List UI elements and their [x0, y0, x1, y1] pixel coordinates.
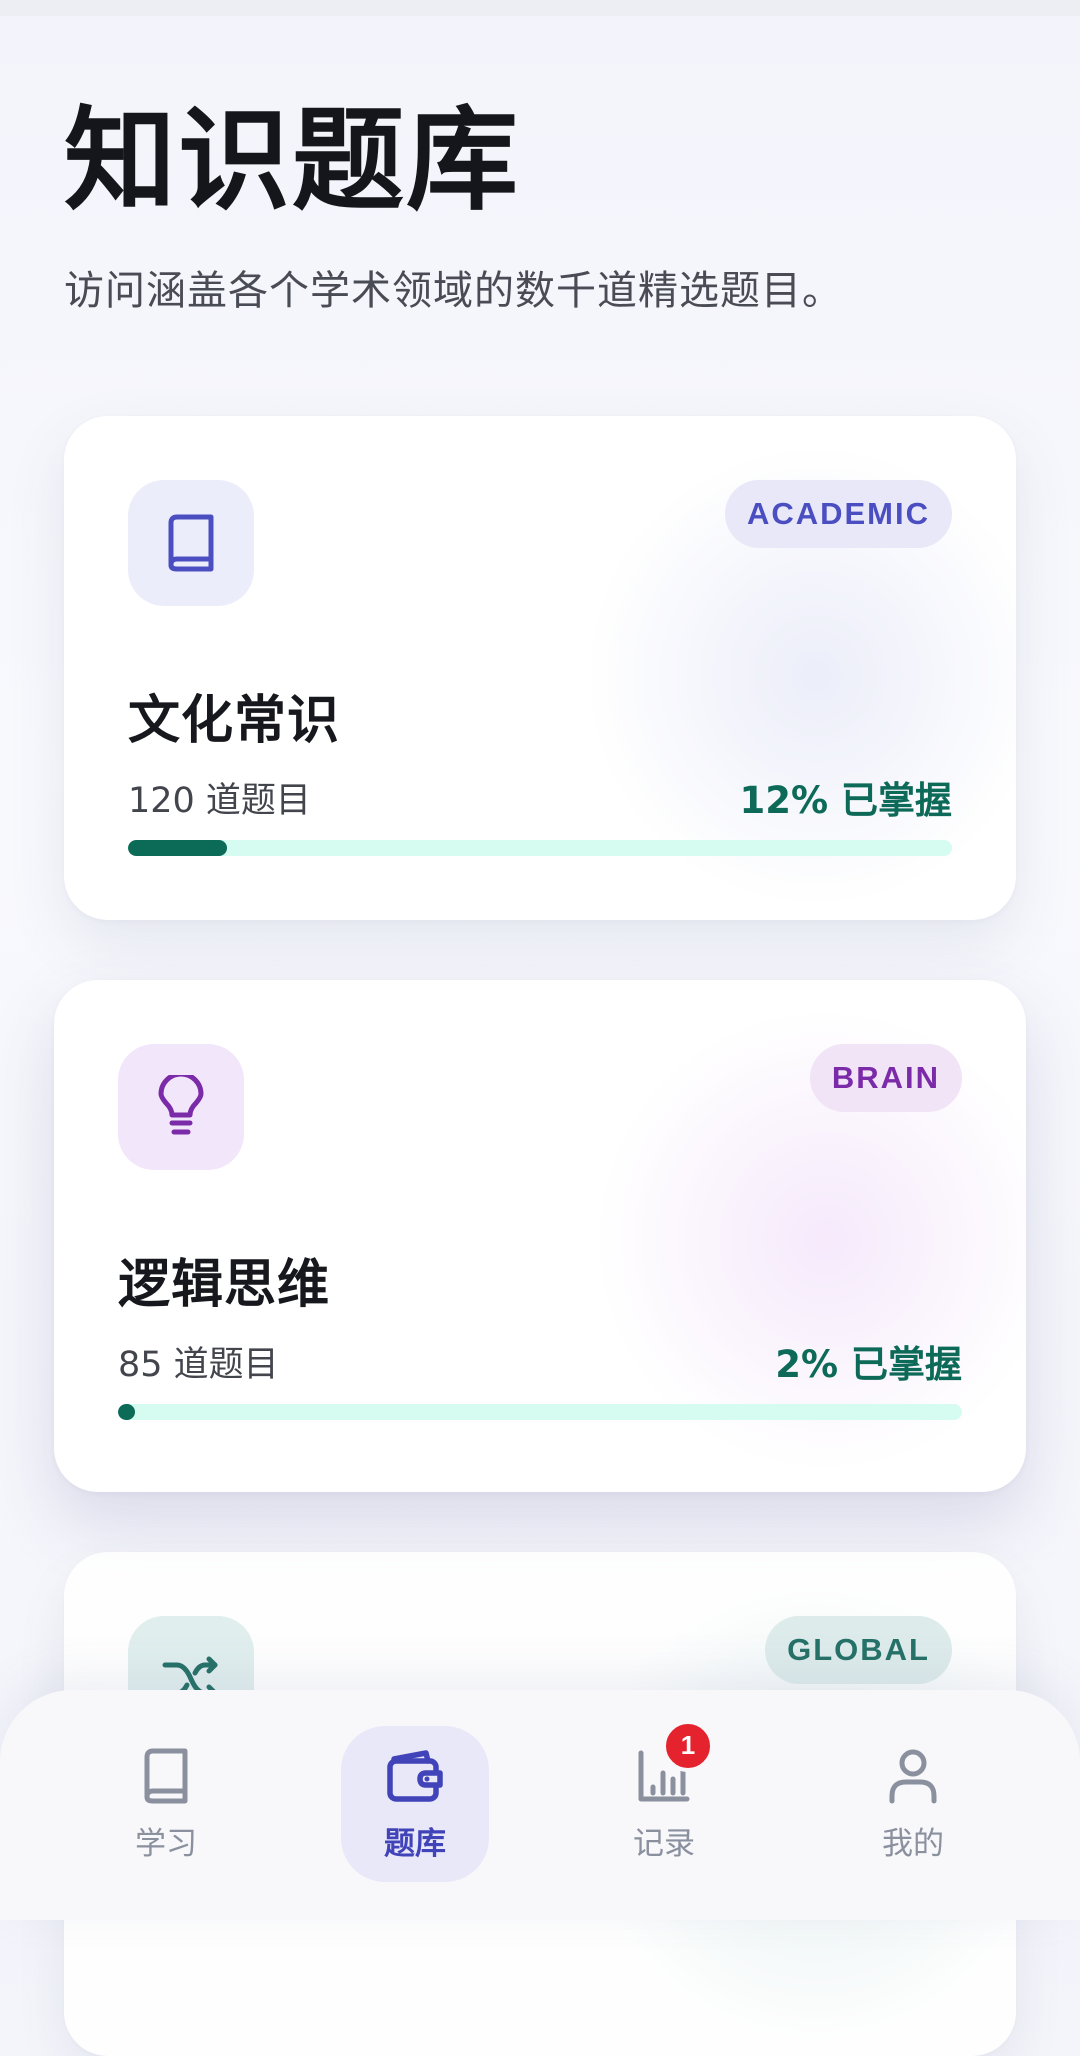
notification-badge: 1 [662, 1719, 714, 1772]
category-card-logic[interactable]: BRAIN 逻辑思维 85 道题目 2% 已掌握 [54, 980, 1026, 1492]
category-tag: BRAIN [809, 1044, 962, 1112]
nav-label: 我的 [882, 1825, 944, 1862]
nav-icon-wrap: 1 [634, 1719, 714, 1806]
nav-icon-wrap [883, 1746, 943, 1806]
question-count: 120 道题目 [128, 781, 311, 821]
nav-label: 学习 [135, 1825, 197, 1862]
progress-fill [128, 840, 227, 856]
nav-item-question-bank[interactable]: 题库 [341, 1726, 489, 1882]
nav-label: 题库 [384, 1825, 446, 1862]
nav-item-profile[interactable]: 我的 [839, 1726, 987, 1882]
progress-fill [118, 1404, 135, 1420]
page-subtitle: 访问涵盖各个学术领域的数千道精选题目。 [64, 268, 843, 314]
progress-track [118, 1404, 962, 1420]
mastery-percent: 12% 已掌握 [739, 779, 952, 822]
category-tag: ACADEMIC [724, 480, 952, 548]
category-tag: GLOBAL [765, 1616, 952, 1684]
book-icon [168, 514, 214, 572]
nav-item-records[interactable]: 1 记录 [590, 1719, 738, 1882]
nav-label: 记录 [633, 1825, 695, 1862]
mastery-percent: 2% 已掌握 [775, 1343, 962, 1386]
lightbulb-icon [158, 1075, 204, 1135]
nav-icon-wrap [136, 1746, 196, 1806]
category-title: 文化常识 [128, 691, 341, 751]
wallet-icon [387, 1749, 443, 1802]
book-icon [144, 1748, 188, 1803]
bottom-navigation: 学习 题库 1 记录 我的 [0, 1690, 1080, 1920]
progress-track [128, 840, 952, 856]
status-bar-strip [0, 0, 1080, 16]
page-title: 知识题库 [64, 96, 520, 226]
category-card-culture[interactable]: ACADEMIC 文化常识 120 道题目 12% 已掌握 [64, 416, 1016, 920]
person-icon [889, 1749, 937, 1803]
nav-item-study[interactable]: 学习 [92, 1726, 240, 1882]
question-count: 85 道题目 [118, 1345, 279, 1385]
category-icon-box [118, 1044, 244, 1170]
category-icon-box [128, 480, 254, 606]
nav-icon-wrap [385, 1746, 445, 1806]
category-title: 逻辑思维 [118, 1255, 331, 1315]
